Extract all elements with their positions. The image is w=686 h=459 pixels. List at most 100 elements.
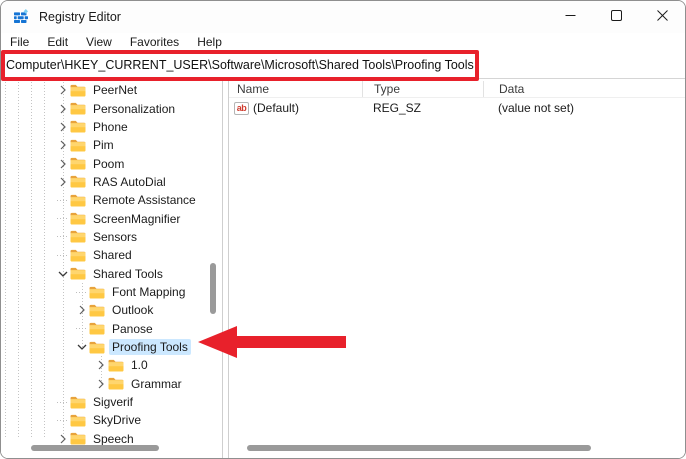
tree-item-label: Outlook — [112, 303, 154, 318]
value-row-default[interactable]: ab (Default) REG_SZ (value not set) — [229, 99, 685, 117]
chevron-right-icon[interactable] — [75, 302, 89, 319]
tree-item-label: RAS AutoDial — [93, 174, 166, 189]
menu-item-view[interactable]: View — [77, 35, 121, 49]
menu-item-help[interactable]: Help — [188, 35, 231, 49]
tree-connector-dash — [56, 411, 70, 429]
folder-icon — [108, 358, 125, 372]
maximize-icon — [610, 8, 622, 26]
value-type: REG_SZ — [373, 101, 422, 115]
folder-icon — [70, 157, 87, 171]
minimize-icon — [565, 8, 576, 26]
menu-item-favorites[interactable]: Favorites — [121, 35, 188, 49]
menu-item-edit[interactable]: Edit — [38, 35, 77, 49]
tree-item-label: Remote Assistance — [93, 193, 196, 208]
tree-item-pim[interactable]: Pim — [1, 136, 208, 154]
address-bar[interactable]: Computer\HKEY_CURRENT_USER\Software\Micr… — [1, 51, 685, 79]
tree-item-label: Phone — [93, 119, 128, 134]
column-header-type[interactable]: Type — [362, 81, 483, 97]
maximize-button[interactable] — [593, 1, 639, 33]
tree-item-label: Shared Tools — [93, 266, 163, 281]
tree-item-panose[interactable]: Panose — [1, 320, 208, 338]
tree-item-1-0[interactable]: 1.0 — [1, 356, 208, 374]
folder-icon — [70, 230, 87, 244]
folder-icon — [89, 322, 106, 336]
close-button[interactable] — [639, 1, 685, 33]
chevron-down-icon[interactable] — [56, 265, 70, 282]
tree-item-outlook[interactable]: Outlook — [1, 301, 208, 319]
window-title: Registry Editor — [39, 10, 121, 24]
chevron-right-icon[interactable] — [94, 357, 108, 374]
column-header-data[interactable]: Data — [483, 81, 685, 97]
folder-icon — [89, 340, 106, 354]
tree-item-personalization[interactable]: Personalization — [1, 99, 208, 117]
tree-horizontal-scrollbar[interactable] — [31, 445, 159, 451]
title-bar: Registry Editor — [1, 1, 685, 33]
tree-item-label: 1.0 — [131, 358, 148, 373]
tree-item-label: ScreenMagnifier — [93, 211, 181, 226]
minimize-button[interactable] — [547, 1, 593, 33]
folder-icon — [108, 377, 125, 391]
chevron-right-icon[interactable] — [56, 100, 70, 117]
chevron-down-icon[interactable] — [75, 339, 89, 356]
chevron-right-icon[interactable] — [56, 173, 70, 190]
folder-icon — [70, 193, 87, 207]
tree-item-proofing-tools[interactable]: Proofing Tools — [1, 338, 208, 356]
tree-connector-dash — [75, 320, 89, 338]
column-header-name[interactable]: Name — [229, 81, 362, 97]
window-controls — [547, 1, 685, 33]
folder-icon — [70, 413, 87, 427]
list-header: Name Type Data — [229, 81, 685, 98]
chevron-right-icon[interactable] — [56, 137, 70, 154]
folder-icon — [70, 102, 87, 116]
folder-icon — [70, 175, 87, 189]
tree-pane: PeerNet Personalization Phone Pim Poom RAS Au… — [1, 79, 223, 458]
tree-item-sensors[interactable]: Sensors — [1, 228, 208, 246]
chevron-right-icon[interactable] — [56, 82, 70, 99]
folder-icon — [70, 83, 87, 97]
tree-item-label: Poom — [93, 156, 125, 171]
tree-item-skydrive[interactable]: SkyDrive — [1, 411, 208, 429]
tree-item-label: Panose — [112, 321, 153, 336]
tree-item-screenmagnifier[interactable]: ScreenMagnifier — [1, 209, 208, 228]
tree-item-shared-tools[interactable]: Shared Tools — [1, 265, 208, 283]
address-path: Computer\HKEY_CURRENT_USER\Software\Micr… — [6, 57, 474, 72]
folder-icon — [70, 395, 87, 409]
folder-icon — [70, 267, 87, 281]
folder-icon — [70, 432, 87, 446]
tree-item-label: Sensors — [93, 229, 138, 244]
value-data: (value not set) — [498, 101, 575, 115]
tree-item-label: SkyDrive — [93, 413, 142, 428]
tree-item-shared[interactable]: Shared — [1, 246, 208, 264]
tree-vertical-scrollbar[interactable] — [210, 263, 216, 314]
tree-item-label: Personalization — [93, 101, 176, 116]
tree-item-phone[interactable]: Phone — [1, 118, 208, 136]
tree-item-grammar[interactable]: Grammar — [1, 375, 208, 393]
folder-icon — [70, 120, 87, 134]
tree-item-font-mapping[interactable]: Font Mapping — [1, 283, 208, 301]
tree-connector-dash — [75, 283, 89, 301]
tree-item-label: Pim — [93, 138, 114, 153]
registry-editor-window: Registry Editor File Edit View Favorites Hel… — [0, 0, 686, 459]
tree-item-label: Shared — [93, 248, 132, 263]
tree-item-remote-assistance[interactable]: Remote Assistance — [1, 191, 208, 209]
folder-icon — [89, 303, 106, 317]
tree-item-label: Proofing Tools — [109, 339, 191, 356]
chevron-right-icon[interactable] — [56, 155, 70, 172]
folder-icon — [70, 212, 87, 226]
folder-icon — [70, 138, 87, 152]
menu-bar: File Edit View Favorites Help — [1, 33, 685, 51]
menu-item-file[interactable]: File — [1, 35, 38, 49]
list-horizontal-scrollbar[interactable] — [247, 445, 591, 451]
tree-connector-dash — [56, 246, 70, 264]
tree-item-label: PeerNet — [93, 83, 138, 98]
tree-item-ras-autodial[interactable]: RAS AutoDial — [1, 173, 208, 191]
tree-item-poom[interactable]: Poom — [1, 154, 208, 172]
registry-editor-app-icon — [13, 9, 29, 25]
folder-icon — [89, 285, 106, 299]
tree-connector-dash — [56, 393, 70, 411]
tree-item-sigverif[interactable]: Sigverif — [1, 393, 208, 411]
tree-item-label: Font Mapping — [112, 285, 186, 300]
chevron-right-icon[interactable] — [56, 118, 70, 135]
chevron-right-icon[interactable] — [94, 375, 108, 392]
tree-item-peernet[interactable]: PeerNet — [1, 81, 208, 99]
